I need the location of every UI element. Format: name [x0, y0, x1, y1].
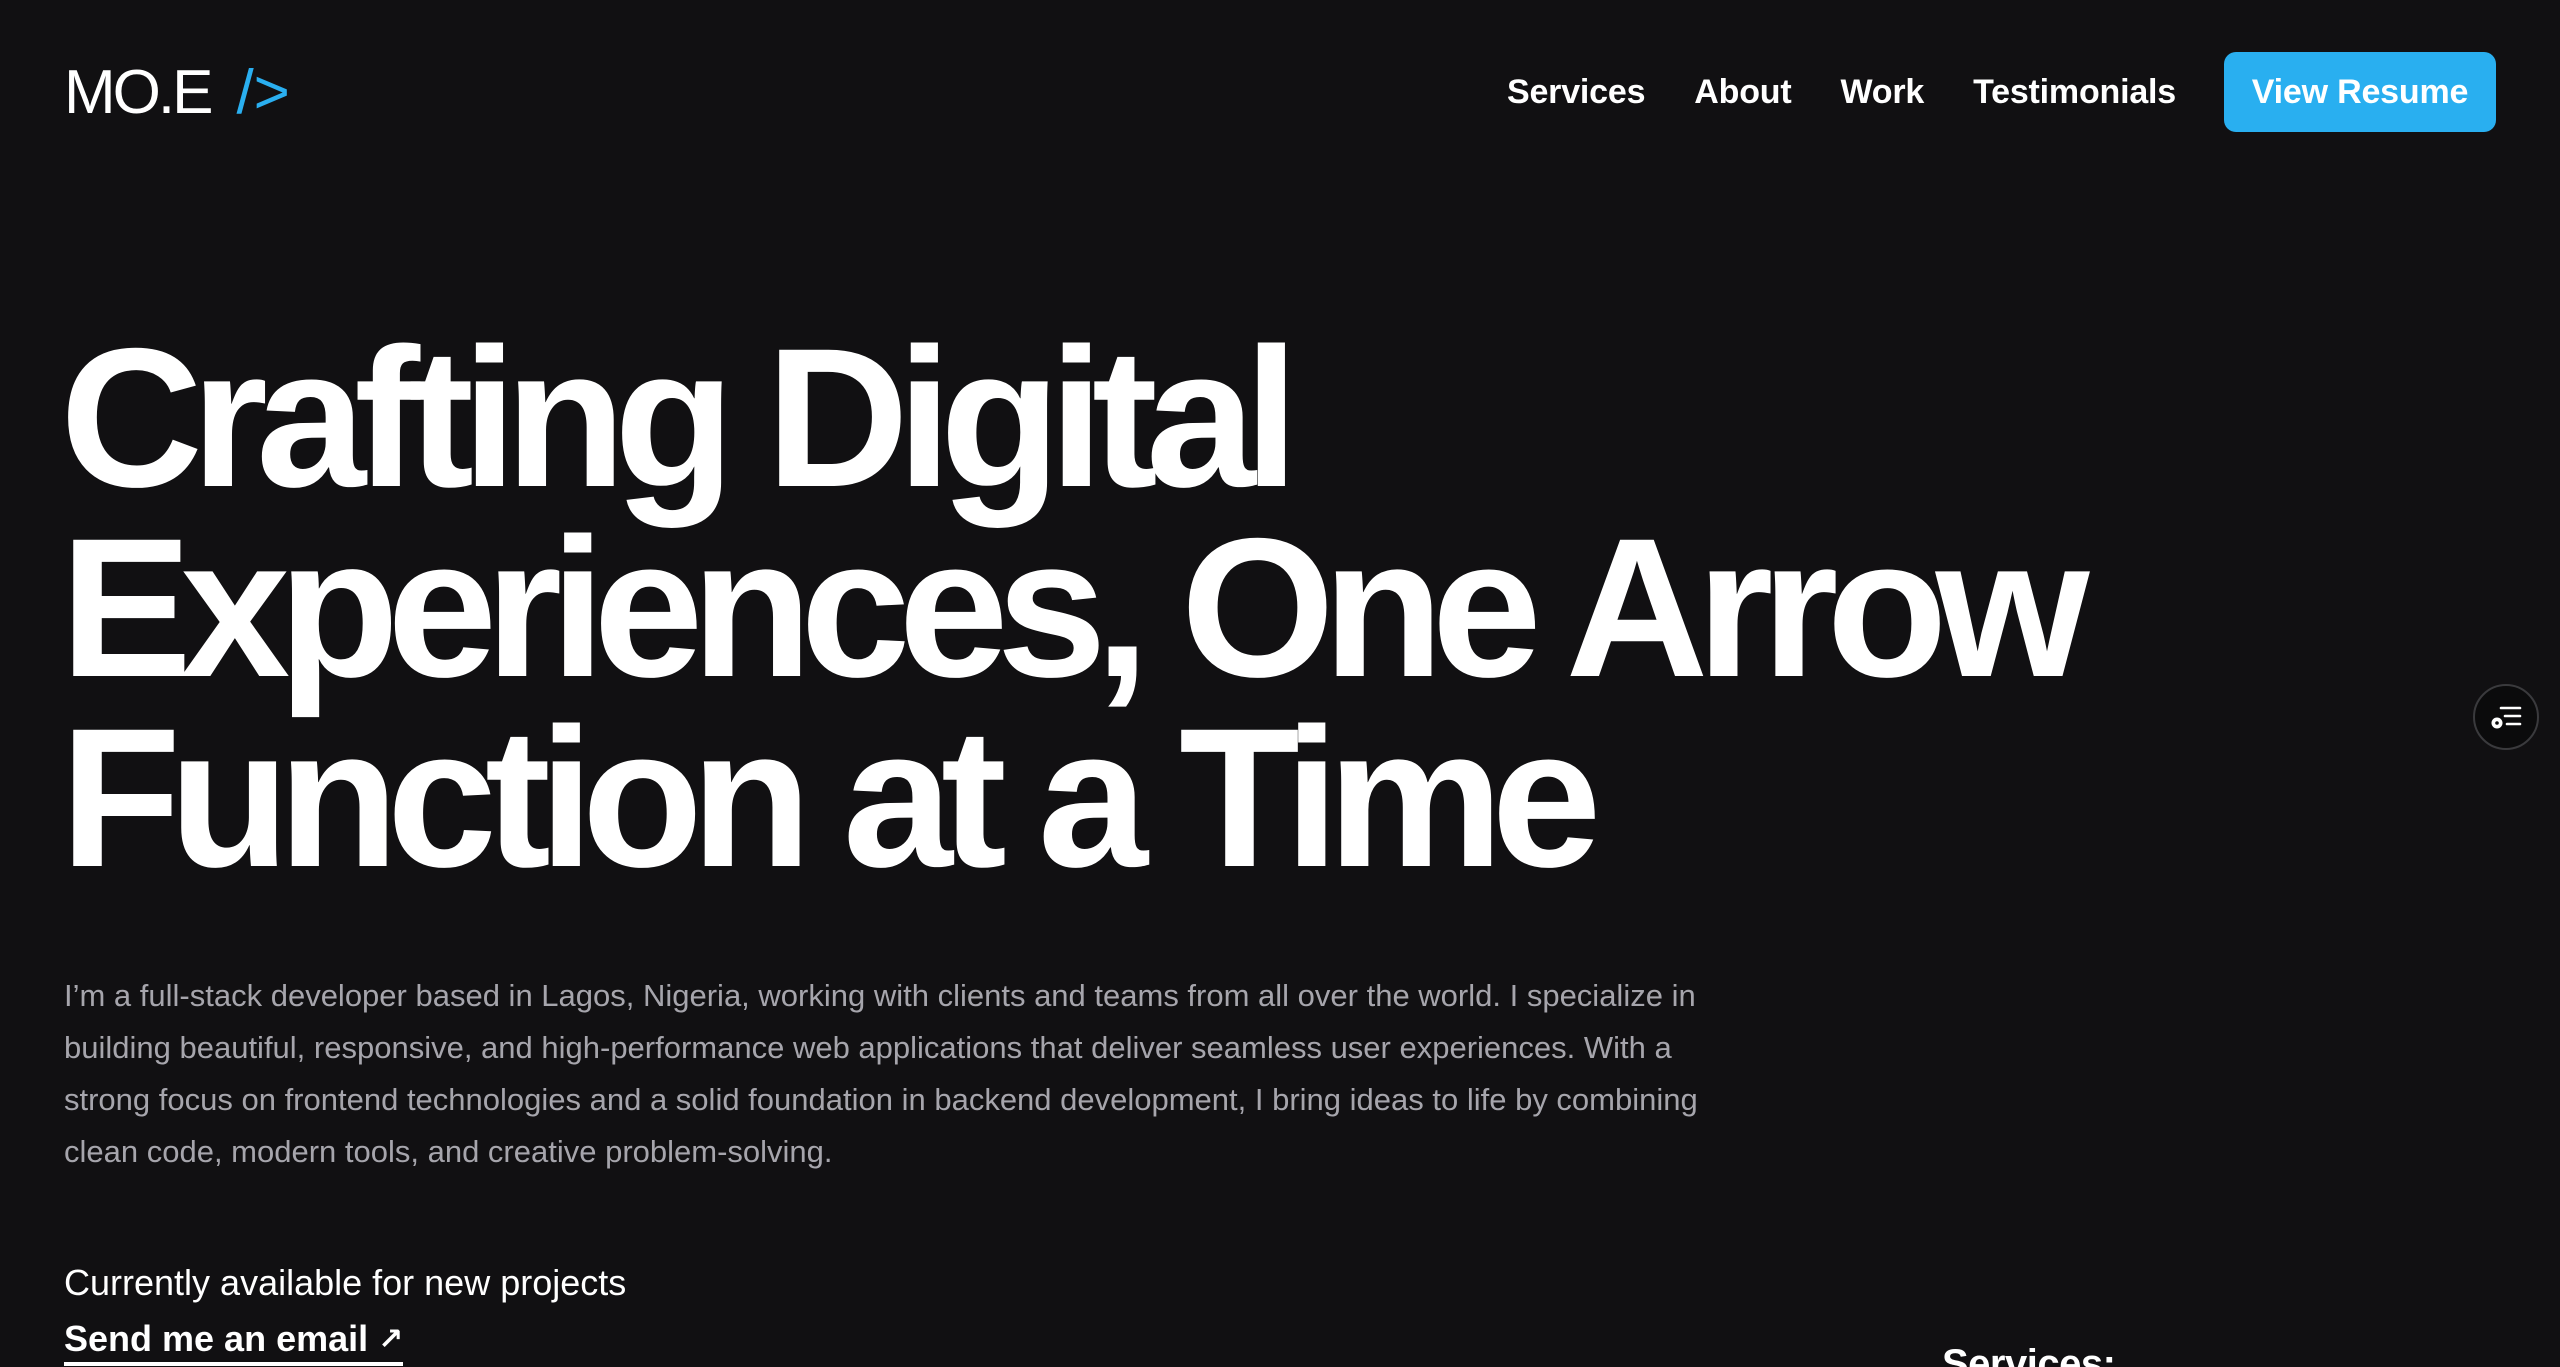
availability-status: Currently available for new projects [64, 1262, 627, 1303]
logo[interactable]: MO.E /> [64, 57, 290, 128]
nav-link-testimonials[interactable]: Testimonials [1973, 73, 2176, 112]
view-resume-button[interactable]: View Resume [2224, 52, 2496, 132]
hero-title-line: Crafting Digital [60, 307, 1299, 528]
list-settings-icon [2491, 706, 2522, 729]
arrow-up-right-icon: ↗ [378, 1322, 404, 1356]
nav-link-about[interactable]: About [1694, 73, 1791, 112]
main-nav: Services About Work Testimonials View Re… [1507, 52, 2496, 132]
nav-link-services[interactable]: Services [1507, 73, 1646, 112]
site-header: MO.E /> Services About Work Testimonials… [64, 52, 2496, 132]
send-email-label: Send me an email [64, 1318, 369, 1359]
hero-title-line: Function at a Time [60, 687, 1602, 908]
send-email-link[interactable]: Send me an email ↗ [64, 1318, 404, 1366]
hero-title: Crafting Digital Experiences, One Arrow … [60, 307, 2260, 908]
page: MO.E /> Services About Work Testimonials… [0, 0, 2560, 1367]
logo-code-icon: /> [236, 57, 290, 127]
floating-widget-button[interactable] [2473, 684, 2539, 750]
services-heading: Services: [1942, 1342, 2116, 1367]
logo-text: MO.E [64, 57, 213, 127]
nav-link-work[interactable]: Work [1840, 73, 1924, 112]
hero-description: I’m a full-stack developer based in Lago… [64, 978, 1698, 1169]
hero-title-line: Experiences, One Arrow [60, 497, 2090, 718]
